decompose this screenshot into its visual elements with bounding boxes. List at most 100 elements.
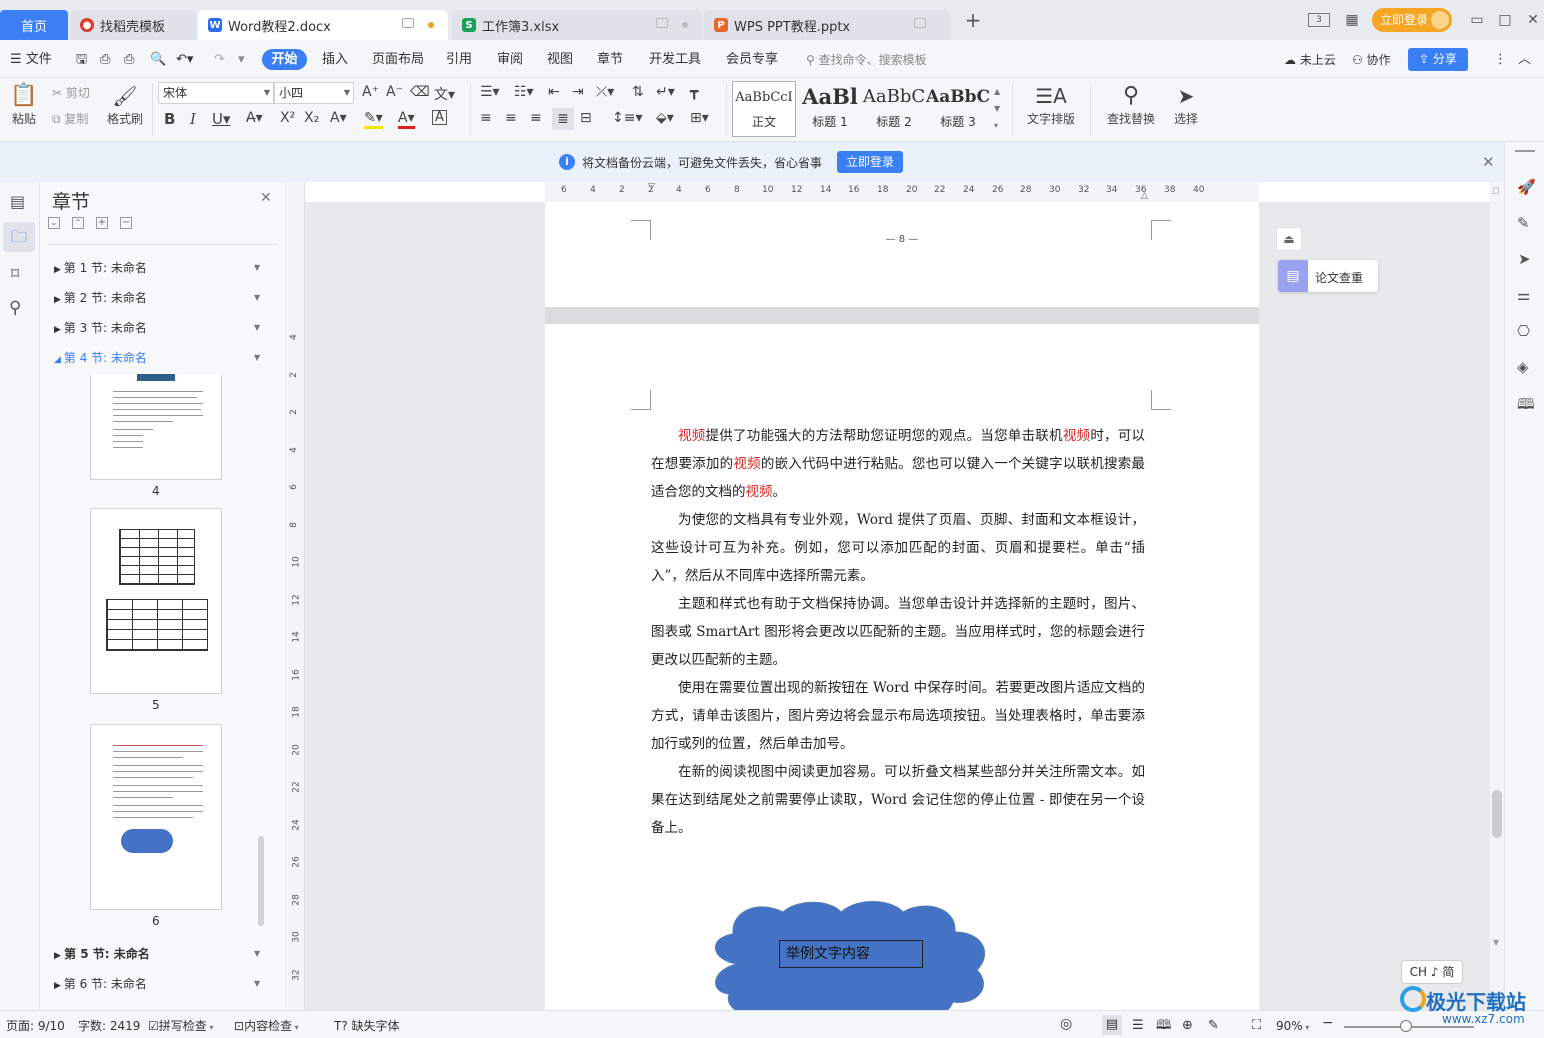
eye-protection-icon[interactable]: ◎ (1060, 1017, 1072, 1031)
tab-excel[interactable]: S 工作簿3.xlsx (452, 10, 702, 40)
section-item-3[interactable]: ▶ 第 3 节: 未命名 ▼ (54, 318, 260, 338)
login-button[interactable]: 立即登录 (1372, 8, 1452, 32)
reading-view-icon[interactable]: 🕮 (1156, 1019, 1171, 1033)
pointer-icon[interactable]: ➤ (1518, 250, 1531, 268)
tab-page-layout[interactable]: 页面布局 (372, 50, 424, 70)
settings-sliders-icon[interactable]: ⚌ (1517, 286, 1530, 304)
distribute-icon[interactable]: ⊟ (580, 110, 592, 126)
collapse-ribbon-icon[interactable]: ︿ (1518, 50, 1531, 70)
page-thumbnail-5[interactable] (90, 508, 222, 694)
collapse-all-icon[interactable]: ⌄ (48, 217, 60, 229)
window-icon[interactable] (914, 18, 926, 28)
save-icon[interactable]: 🖫 (76, 50, 87, 70)
shading-icon[interactable]: ⬙▾ (656, 110, 674, 126)
body-text[interactable]: 视频提供了功能强大的方法帮助您证明您的观点。当您单击联机视频时，可以在想要添加的… (545, 422, 1259, 842)
justify-icon[interactable]: ≣ (552, 108, 574, 130)
phonetic-icon[interactable]: 文▾ (434, 84, 455, 104)
borders-icon[interactable]: ⊞▾ (690, 110, 709, 126)
search-icon[interactable]: ⚲ (9, 298, 21, 318)
image-tools-icon[interactable]: ⎔ (1517, 322, 1530, 340)
tab-home[interactable]: 首页 (0, 10, 68, 40)
decrease-font-icon[interactable]: A⁻ (386, 84, 403, 100)
style-normal[interactable]: AaBbCcI 正文 (732, 81, 796, 137)
tab-view[interactable]: 视图 (547, 50, 573, 70)
close-pane-icon[interactable]: ✕ (260, 190, 272, 206)
write-view-icon[interactable]: ✎ (1208, 1019, 1219, 1033)
collab-button[interactable]: ⚇ 协作 (1352, 50, 1391, 70)
cut-button[interactable]: ✂ 剪切 (52, 84, 90, 101)
tab-review[interactable]: 审阅 (497, 50, 523, 70)
word-count[interactable]: 字数: 2419 (78, 1019, 140, 1033)
zoom-out-icon[interactable]: − (1322, 1016, 1334, 1030)
style-heading2[interactable]: AaBbC 标题 2 (862, 81, 926, 137)
redo-icon[interactable]: ↷ (214, 50, 225, 70)
indent-marker-icon[interactable]: ▽ (648, 182, 655, 192)
style-heading1[interactable]: AaBl 标题 1 (798, 81, 862, 137)
restore-icon[interactable]: ▭ (1466, 10, 1488, 30)
scroll-thumb[interactable] (1492, 790, 1502, 838)
new-tab-plus-icon[interactable]: + (962, 10, 984, 30)
fit-page-icon[interactable]: ⛶ (1252, 1019, 1261, 1033)
tab-developer[interactable]: 开发工具 (649, 50, 701, 70)
window-icon[interactable] (402, 18, 414, 28)
text-layout-button[interactable]: ☰A 文字排版 (1020, 82, 1082, 127)
font-family-select[interactable]: 宋体 ▼ (158, 82, 274, 104)
char-border-icon[interactable]: A (432, 110, 447, 125)
bookmark-icon[interactable]: ⌑ (11, 264, 19, 283)
font-color-icon[interactable]: A▾ (398, 110, 415, 129)
page-thumbnail-6[interactable] (90, 724, 222, 910)
print-preview-icon[interactable]: 🔍 (150, 50, 166, 70)
scroll-down-icon[interactable]: ▼ (1493, 938, 1499, 947)
grid-apps-icon[interactable]: ▦ (1341, 10, 1363, 30)
italic-icon[interactable]: I (190, 110, 196, 128)
cloud-textbox[interactable]: 举例文字内容 (779, 940, 923, 968)
more-options-icon[interactable]: ⋮ (1494, 50, 1507, 70)
select-button[interactable]: ➤ 选择 (1166, 82, 1206, 127)
outline-view-icon[interactable]: ☰ (1132, 1019, 1144, 1033)
page-indicator[interactable]: 页面: 9/10 (6, 1019, 65, 1033)
maximize-icon[interactable]: □ (1494, 10, 1516, 30)
section-item-1[interactable]: ▶ 第 1 节: 未命名 ▼ (54, 258, 260, 278)
paragraph[interactable]: 视频提供了功能强大的方法帮助您证明您的观点。当您单击联机视频时，可以在想要添加的… (651, 422, 1145, 506)
add-section-icon[interactable]: + (96, 217, 108, 229)
web-view-icon[interactable]: ⊕ (1182, 1019, 1193, 1033)
show-marks-icon[interactable]: ↵▾ (656, 84, 675, 100)
expand-all-icon[interactable]: ⌃ (72, 217, 84, 229)
tab-member[interactable]: 会员专享 (726, 50, 778, 70)
screen-count-icon[interactable]: 3 (1308, 13, 1330, 27)
font-size-select[interactable]: 小四 ▼ (274, 82, 354, 104)
style-scroll[interactable]: ▲ ▼ ▾ (994, 83, 1004, 134)
text-effect-icon[interactable]: A▾ (330, 110, 347, 126)
clear-format-icon[interactable]: ⌫ (410, 84, 430, 100)
file-menu[interactable]: ☰ 文件 (10, 50, 52, 70)
chapter-nav-icon[interactable]: 🗀 (3, 222, 35, 252)
align-right-icon[interactable]: ≡ (530, 110, 542, 126)
section-item-4[interactable]: ◢ 第 4 节: 未命名 ▼ (54, 348, 260, 368)
print-icon[interactable]: ⎙ (124, 50, 134, 70)
vertical-scrollbar[interactable]: ◻ ▼ (1490, 182, 1504, 1010)
strikethrough-icon[interactable]: A̶▾ (246, 110, 263, 126)
copy-button[interactable]: ⧉ 复制 (52, 110, 88, 127)
rocket-icon[interactable]: 🚀 (1517, 178, 1536, 196)
bullets-icon[interactable]: ☰▾ (480, 84, 500, 100)
outdent-icon[interactable]: ⇤ (548, 84, 560, 100)
numbering-icon[interactable]: ☷▾ (514, 84, 534, 100)
underline-icon[interactable]: U▾ (212, 110, 231, 128)
close-window-icon[interactable]: ✕ (1522, 10, 1544, 30)
command-search[interactable]: ⚲ 查找命令、搜索模板 (806, 50, 927, 70)
cloud-status[interactable]: ☁ 未上云 (1284, 50, 1336, 70)
paragraph[interactable]: 主题和样式也有助于文档保持协调。当您单击设计并选择新的主题时，图片、图表或 Sm… (651, 590, 1145, 674)
page-view-icon[interactable]: ▤ (1102, 1015, 1122, 1035)
line-spacing-icon[interactable]: ↕≡▾ (612, 110, 643, 126)
section-item-2[interactable]: ▶ 第 2 节: 未命名 ▼ (54, 288, 260, 308)
nav-scrollbar[interactable] (258, 836, 264, 926)
paragraph[interactable]: 为使您的文档具有专业外观，Word 提供了页眉、页脚、封面和文本框设计，这些设计… (651, 506, 1145, 590)
document-canvas[interactable]: — 8 — 视频提供了功能强大的方法帮助您证明您的观点。当您单击联机视频时，可以… (305, 202, 1490, 1010)
tab-docer[interactable]: ● 找稻壳模板 (70, 10, 196, 40)
sort-icon[interactable]: ⇅ (632, 84, 644, 100)
subscript-icon[interactable]: X₂ (304, 110, 319, 126)
section-item-5[interactable]: ▶ 第 5 节: 未命名 ▼ (54, 944, 260, 964)
content-check[interactable]: ⊡内容检查 ▾ (234, 1019, 299, 1033)
tab-ppt[interactable]: P WPS PPT教程.pptx (704, 10, 950, 40)
superscript-icon[interactable]: X² (280, 110, 295, 126)
